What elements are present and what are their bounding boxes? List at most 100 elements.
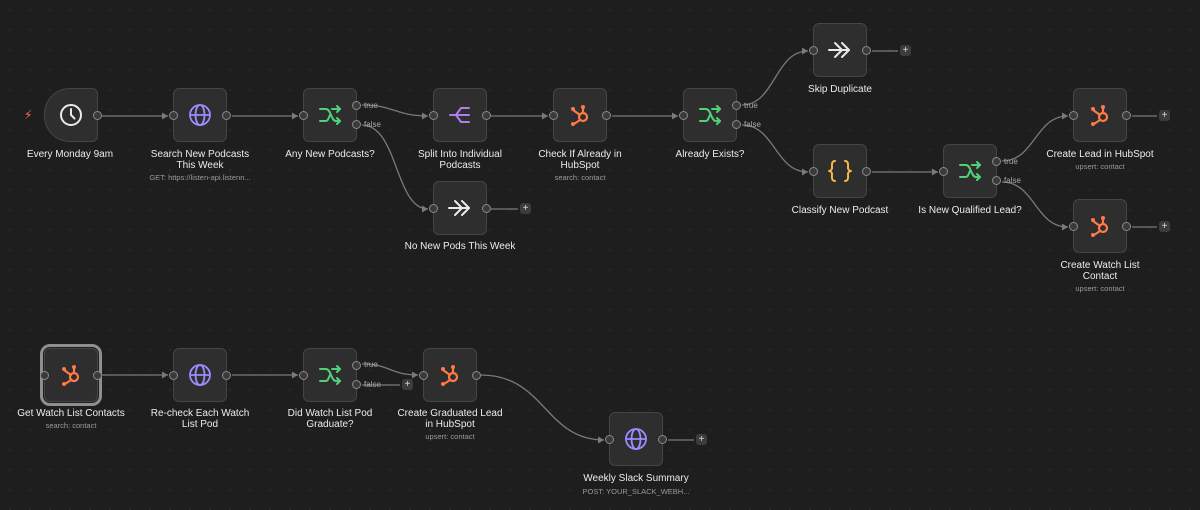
branch-icon: [698, 104, 722, 126]
node-label: Did Watch List Pod Graduate?: [287, 408, 373, 430]
wire-true-to-skip: [741, 50, 809, 106]
node-split-individual[interactable]: [429, 88, 491, 142]
node-subtitle: POST: YOUR_SLACK_WEBH...: [582, 487, 690, 496]
true-output-port[interactable]: [992, 156, 1001, 166]
input-port[interactable]: [40, 370, 49, 380]
arrow-create-lead: [1062, 112, 1068, 120]
true-output-port[interactable]: [732, 100, 741, 110]
input-port[interactable]: [1069, 110, 1078, 120]
node-check-hubspot[interactable]: [549, 88, 611, 142]
noop-arrow-icon: [827, 40, 853, 60]
input-port[interactable]: [169, 370, 178, 380]
node-is-qualified[interactable]: [939, 144, 1001, 198]
node-subtitle: upsert: contact: [425, 432, 475, 441]
input-port[interactable]: [809, 45, 818, 55]
true-branch-label: true: [1004, 157, 1018, 166]
input-port[interactable]: [169, 110, 178, 120]
node-create-watch[interactable]: [1069, 199, 1131, 253]
node-label: Weekly Slack Summary: [583, 473, 689, 484]
hubspot-icon: [1088, 214, 1112, 238]
arrow-graduated: [412, 371, 418, 379]
globe-icon: [188, 363, 212, 387]
output-port[interactable]: [1122, 110, 1131, 120]
node-classify-podcast[interactable]: [809, 144, 871, 198]
output-port[interactable]: [93, 110, 102, 120]
input-port[interactable]: [679, 110, 688, 120]
connections-layer: [102, 47, 1157, 444]
node-subtitle: search: contact: [554, 173, 606, 182]
input-port[interactable]: [299, 370, 308, 380]
add-node-button[interactable]: +: [1159, 221, 1170, 232]
false-output-port[interactable]: [352, 119, 361, 129]
false-branch-label: false: [364, 380, 381, 389]
output-port[interactable]: [482, 203, 491, 213]
false-branch-label: false: [1004, 176, 1021, 185]
node-label: Every Monday 9am: [26, 149, 114, 160]
node-every-monday[interactable]: [44, 88, 102, 142]
node-already-exists[interactable]: [679, 88, 741, 142]
lightning-bolt-icon: ⚡: [24, 108, 33, 122]
node-label: Get Watch List Contacts: [17, 408, 125, 419]
output-port[interactable]: [93, 370, 102, 380]
node-label: Skip Duplicate: [808, 84, 872, 95]
add-node-button[interactable]: +: [900, 45, 911, 56]
arrow-recheck: [162, 371, 168, 379]
node-skip-duplicate[interactable]: [809, 23, 871, 77]
output-port[interactable]: [862, 166, 871, 176]
node-label: Any New Podcasts?: [285, 149, 375, 160]
node-recheck-pod[interactable]: [169, 348, 231, 402]
input-port[interactable]: [809, 166, 818, 176]
node-slack-summary[interactable]: [605, 412, 667, 466]
output-port[interactable]: [482, 110, 491, 120]
false-output-port[interactable]: [352, 379, 361, 389]
input-port[interactable]: [429, 110, 438, 120]
arrow-search: [162, 112, 168, 120]
output-port[interactable]: [1122, 221, 1131, 231]
code-braces-icon: [827, 159, 853, 183]
false-branch-label: false: [744, 120, 761, 129]
input-port[interactable]: [605, 434, 614, 444]
node-label: Split Into Individual Podcasts: [418, 149, 502, 171]
node-label: Create Lead in HubSpot: [1046, 149, 1154, 160]
input-port[interactable]: [299, 110, 308, 120]
arrow-classify: [802, 168, 808, 176]
branch-icon: [318, 364, 342, 386]
input-port[interactable]: [429, 203, 438, 213]
node-label: Search New Podcasts This Week: [150, 149, 250, 171]
arrow-slack: [598, 436, 604, 444]
output-port[interactable]: [658, 434, 667, 444]
false-output-port[interactable]: [732, 119, 741, 129]
add-node-button[interactable]: +: [1159, 110, 1170, 121]
node-did-graduate[interactable]: [299, 348, 361, 402]
true-output-port[interactable]: [352, 100, 361, 110]
node-label: Create Graduated Lead in HubSpot: [397, 408, 503, 430]
output-port[interactable]: [472, 370, 481, 380]
input-port[interactable]: [1069, 221, 1078, 231]
add-node-button[interactable]: +: [696, 434, 707, 445]
output-port[interactable]: [222, 110, 231, 120]
input-port[interactable]: [939, 166, 948, 176]
arrow-exists: [672, 112, 678, 120]
node-no-new-pods[interactable]: [429, 181, 491, 235]
node-any-new-podcasts[interactable]: [299, 88, 361, 142]
output-port[interactable]: [602, 110, 611, 120]
input-port[interactable]: [419, 370, 428, 380]
node-label: Already Exists?: [675, 149, 745, 160]
arrow-split: [422, 112, 428, 120]
false-output-port[interactable]: [992, 175, 1001, 185]
add-node-button[interactable]: +: [520, 203, 531, 214]
split-icon: [448, 104, 472, 126]
node-get-watch-list[interactable]: [40, 344, 102, 406]
node-create-lead[interactable]: [1069, 88, 1131, 142]
output-port[interactable]: [222, 370, 231, 380]
arrow-skip: [802, 47, 808, 55]
node-search-podcasts[interactable]: [169, 88, 231, 142]
hubspot-icon: [1088, 103, 1112, 127]
true-output-port[interactable]: [352, 360, 361, 370]
node-create-graduated[interactable]: [419, 348, 481, 402]
input-port[interactable]: [549, 110, 558, 120]
add-node-button[interactable]: +: [402, 379, 413, 390]
node-label: Create Watch List Contact: [1060, 260, 1140, 282]
output-port[interactable]: [862, 45, 871, 55]
true-branch-label: true: [364, 101, 378, 110]
